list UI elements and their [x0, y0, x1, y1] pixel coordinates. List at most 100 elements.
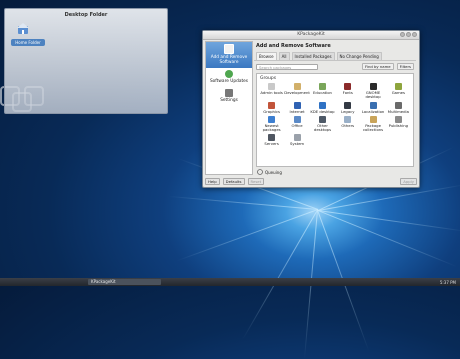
- group-label: Package collections: [362, 122, 384, 133]
- home-folder-icon[interactable]: [17, 23, 29, 35]
- group-icon: [293, 115, 301, 123]
- sidebar-item-label: Software Updates: [209, 79, 249, 84]
- group-item[interactable]: Servers: [259, 134, 284, 146]
- group-label: Servers: [264, 141, 279, 147]
- group-item[interactable]: Education: [310, 83, 335, 100]
- home-folder-label[interactable]: Home Folder: [11, 39, 45, 46]
- reset-button[interactable]: Reset: [247, 178, 265, 185]
- package-add-icon: [224, 44, 234, 54]
- sidebar-item-label: Add and Remove Software: [210, 55, 248, 65]
- group-icon: [293, 83, 301, 90]
- group-item[interactable]: Admin tools: [259, 83, 284, 100]
- sidebar-item-settings[interactable]: Settings: [206, 87, 252, 106]
- group-item[interactable]: Games: [386, 83, 411, 100]
- sidebar-item-label: Settings: [220, 98, 238, 103]
- group-item[interactable]: Graphics: [259, 101, 284, 114]
- group-item[interactable]: Localization: [360, 101, 385, 114]
- group-label: Newest packages: [262, 122, 281, 133]
- group-icon: [344, 83, 352, 90]
- close-button[interactable]: [412, 32, 417, 37]
- filters-button[interactable]: Filters: [396, 63, 414, 70]
- group-label: Publishing: [388, 122, 409, 128]
- group-item[interactable]: Fonts: [335, 83, 360, 100]
- tab-all[interactable]: All: [278, 52, 290, 60]
- group-icon: [268, 101, 276, 109]
- group-item[interactable]: Office: [284, 115, 310, 133]
- groups-heading: Groups: [260, 76, 277, 81]
- group-icon: [344, 115, 352, 123]
- tab-installed[interactable]: Installed Packages: [291, 52, 335, 60]
- group-item[interactable]: System: [284, 134, 310, 146]
- sidebar: Add and Remove Software Software Updates…: [205, 41, 253, 175]
- group-icon: [394, 101, 402, 109]
- apply-button[interactable]: Apply: [400, 178, 417, 185]
- group-label: Other desktops: [313, 122, 332, 133]
- group-item[interactable]: KDE desktop: [310, 101, 335, 114]
- group-item[interactable]: Internet: [284, 101, 310, 114]
- group-icon: [369, 115, 377, 123]
- group-label: Fonts: [342, 90, 353, 95]
- group-item[interactable]: Development: [284, 83, 310, 100]
- group-icon: [318, 115, 326, 123]
- sidebar-item-add-remove[interactable]: Add and Remove Software: [206, 42, 252, 68]
- defaults-button[interactable]: Defaults: [222, 178, 245, 185]
- group-label: Graphics: [263, 108, 281, 114]
- groups-grid: Admin tools Development Education Fonts GNOM…: [257, 83, 413, 147]
- group-label: Office: [291, 122, 303, 128]
- help-button[interactable]: Help: [205, 178, 220, 185]
- maximize-button[interactable]: [406, 32, 411, 37]
- group-label: System: [289, 141, 305, 147]
- group-icon: [268, 115, 276, 123]
- group-item[interactable]: Other desktops: [310, 115, 335, 133]
- group-icon: [394, 83, 402, 90]
- group-label: Others: [341, 122, 355, 128]
- tab-no-change[interactable]: No Change Pending: [336, 52, 382, 60]
- system-clock[interactable]: 5:37 PM: [440, 280, 456, 285]
- desktop-folder-title: Desktop Folder: [64, 12, 108, 18]
- find-by-dropdown[interactable]: Find by name: [361, 63, 394, 70]
- group-item[interactable]: Publishing: [386, 115, 411, 133]
- minimize-button[interactable]: [400, 32, 405, 37]
- groups-panel: Groups Admin tools Development Education Fo…: [256, 73, 414, 167]
- desktop-folder-widget[interactable]: Desktop Folder Home Folder: [4, 8, 168, 114]
- settings-icon: [225, 89, 233, 97]
- group-item[interactable]: Package collections: [360, 115, 385, 133]
- group-label: Multimedia: [387, 108, 409, 114]
- group-item[interactable]: Multimedia: [386, 101, 411, 114]
- taskbar-item-kpackagekit[interactable]: KPackageKit: [88, 279, 161, 285]
- group-label: Development: [284, 90, 310, 95]
- group-item[interactable]: GNOME desktop: [360, 83, 385, 100]
- window-titlebar[interactable]: KPackageKit: [203, 31, 419, 40]
- bottom-button-bar: Help Defaults Reset Apply: [205, 177, 417, 186]
- group-icon: [293, 101, 301, 109]
- group-icon: [293, 134, 301, 142]
- group-icon: [318, 101, 326, 109]
- group-label: Internet: [289, 108, 305, 114]
- search-row: Search packages Find by name Filters: [254, 60, 416, 72]
- page-title: Add and Remove Software: [256, 43, 331, 49]
- group-item[interactable]: Legacy: [335, 101, 360, 114]
- group-icon: [318, 83, 326, 90]
- sidebar-item-updates[interactable]: Software Updates: [206, 68, 252, 87]
- group-icon: [268, 134, 276, 142]
- group-icon: [344, 101, 352, 109]
- group-icon: [369, 101, 377, 109]
- group-label: Admin tools: [260, 90, 283, 95]
- taskbar: KPackageKit 5:37 PM: [0, 278, 460, 286]
- group-item[interactable]: Newest packages: [259, 115, 284, 133]
- group-label: Education: [313, 90, 332, 95]
- group-label: Games: [391, 90, 405, 95]
- tab-bar: Browse All Installed Packages No Change …: [254, 52, 416, 60]
- queue-status: Queuing: [254, 168, 416, 176]
- queue-icon: [257, 169, 263, 175]
- group-label: Localization: [361, 108, 385, 114]
- window-title: KPackageKit: [297, 32, 325, 37]
- group-label: KDE desktop: [310, 108, 335, 114]
- group-icon: [369, 83, 377, 90]
- kpackagekit-window: KPackageKit Add and Remove Software Soft…: [202, 30, 420, 188]
- group-item[interactable]: Others: [335, 115, 360, 133]
- update-icon: [225, 70, 233, 78]
- search-input[interactable]: Search packages: [256, 63, 318, 70]
- tab-browse[interactable]: Browse: [256, 52, 277, 60]
- group-label: Legacy: [341, 108, 355, 114]
